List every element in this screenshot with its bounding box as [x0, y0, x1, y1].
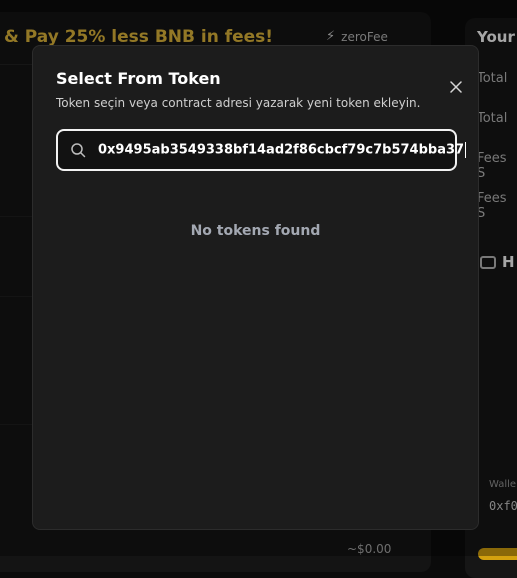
empty-state-message: No tokens found — [190, 223, 321, 239]
search-value: 0x9495ab3549338bf14ad2f86cbcf79c7b574bba… — [98, 142, 467, 158]
select-token-modal: Select From Token Token seçin veya contr… — [32, 45, 479, 530]
search-text: 0x9495ab3549338bf14ad2f86cbcf79c7b574bba… — [98, 142, 465, 158]
text-caret — [465, 142, 467, 158]
modal-subtitle: Token seçin veya contract adresi yazarak… — [56, 96, 421, 110]
close-button[interactable] — [447, 78, 465, 96]
close-icon — [450, 81, 462, 93]
modal-title: Select From Token — [56, 69, 221, 88]
search-icon — [70, 142, 86, 158]
token-search-input[interactable]: 0x9495ab3549338bf14ad2f86cbcf79c7b574bba… — [56, 129, 467, 171]
